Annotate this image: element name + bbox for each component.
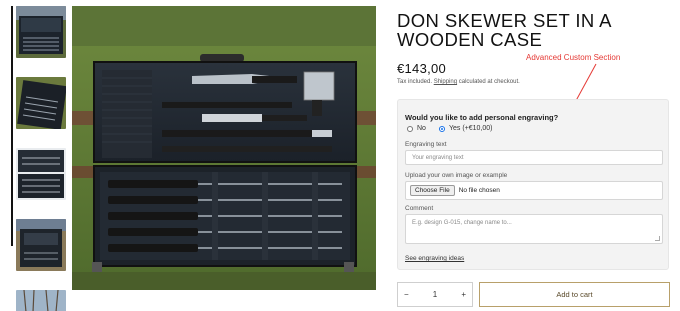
thumbnail-5[interactable]	[16, 290, 66, 311]
comment-label: Comment	[405, 205, 434, 212]
engraving-text-placeholder: Your engraving text	[412, 154, 464, 161]
radio-yes-label[interactable]: Yes (+€10,00)	[449, 125, 493, 132]
radio-yes[interactable]	[438, 125, 445, 132]
shipping-link[interactable]: Shipping	[434, 79, 457, 85]
quantity-decrease-button[interactable]: −	[404, 290, 409, 299]
thumbnail-4[interactable]	[16, 219, 66, 271]
product-info: DON SKEWER SET IN A WOODEN CASE €143,00 …	[397, 0, 672, 311]
tax-prefix: Tax included.	[397, 79, 433, 85]
product-title: DON SKEWER SET IN A WOODEN CASE	[397, 10, 611, 50]
quantity-increase-button[interactable]: +	[461, 290, 466, 299]
thumbnail-list	[16, 6, 66, 311]
engraving-text-input[interactable]: Your engraving text	[405, 150, 663, 165]
product-price: €143,00	[397, 61, 447, 76]
thumbnail-1[interactable]	[16, 6, 66, 58]
upload-label: Upload your own image or example	[405, 172, 508, 179]
quantity-stepper: − 1 +	[397, 282, 473, 307]
radio-no[interactable]	[407, 125, 413, 132]
comment-textarea[interactable]: E.g. design G-015, change name to...	[405, 214, 663, 244]
engraving-section: Would you like to add personal engraving…	[397, 99, 669, 270]
resize-handle-icon[interactable]	[655, 236, 660, 241]
thumbnail-2[interactable]	[16, 77, 66, 129]
engraving-question: Would you like to add personal engraving…	[405, 113, 559, 122]
file-status: No file chosen	[458, 187, 500, 194]
tax-note: Tax included. Shipping calculated at che…	[397, 79, 520, 85]
main-product-image[interactable]	[72, 6, 376, 290]
engraving-ideas-link[interactable]: See engraving ideas	[405, 255, 464, 262]
engraving-text-label: Engraving text	[405, 141, 447, 148]
engraving-options: No Yes (+€10,00)	[407, 125, 492, 132]
quantity-value[interactable]: 1	[433, 290, 437, 299]
tax-suffix: calculated at checkout.	[458, 79, 520, 85]
thumbnail-scroll-indicator	[11, 6, 13, 246]
radio-no-label[interactable]: No	[417, 125, 426, 132]
choose-file-button[interactable]: Choose File	[410, 185, 455, 196]
thumbnail-3[interactable]	[16, 148, 66, 200]
add-to-cart-button[interactable]: Add to cart	[479, 282, 670, 307]
comment-placeholder: E.g. design G-015, change name to...	[412, 220, 512, 226]
upload-field: Choose File No file chosen	[405, 181, 663, 200]
